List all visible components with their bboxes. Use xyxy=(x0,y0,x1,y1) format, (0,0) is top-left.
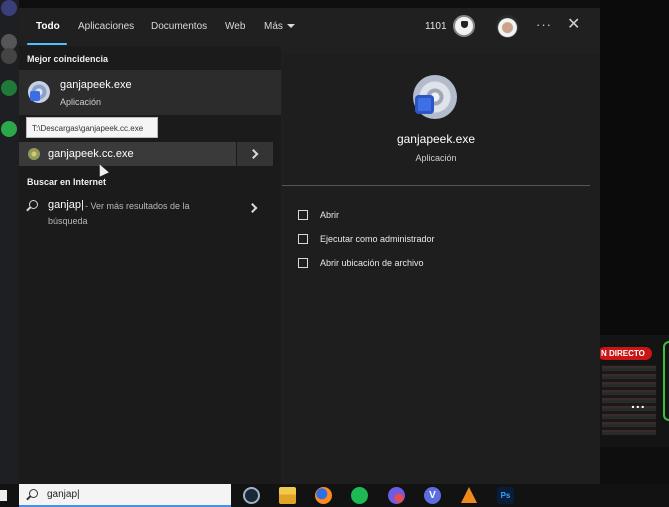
tab-todo[interactable]: Todo xyxy=(36,21,60,32)
disc-app-icon xyxy=(28,81,50,103)
run-as-admin-icon xyxy=(298,234,308,244)
file-explorer-icon[interactable] xyxy=(279,487,296,504)
stream-border xyxy=(663,341,669,421)
taskbar-search-input[interactable]: ganjap| xyxy=(19,484,231,507)
run-as-admin-label: Ejecutar como administrador xyxy=(320,234,435,244)
web-hint: - Ver más resultados de la xyxy=(85,201,190,211)
more-options-icon[interactable]: ... xyxy=(631,395,646,411)
preview-pane: ganjapeek.exe Aplicación Abrir Ejecutar … xyxy=(282,54,600,484)
preview-app-name: ganjapeek.exe xyxy=(396,132,476,146)
app-icon[interactable] xyxy=(1,48,17,64)
app-icon[interactable] xyxy=(1,121,17,137)
web-hint-continued: búsqueda xyxy=(48,216,88,226)
rewards-points[interactable]: 1101 xyxy=(425,21,447,32)
app-icon xyxy=(28,148,40,160)
open-action-label: Abrir xyxy=(320,210,340,220)
background-window xyxy=(600,0,669,335)
search-panel: Todo Aplicaciones Documentos Web Más 110… xyxy=(19,8,600,484)
add-icon[interactable] xyxy=(1,80,17,96)
best-match-item[interactable]: ganjapeek.exe Aplicación xyxy=(19,70,281,115)
best-match-subtitle: Aplicación xyxy=(60,97,102,107)
app-icon[interactable] xyxy=(1,0,17,16)
vlc-icon[interactable] xyxy=(461,487,477,503)
open-file-location-label: Abrir ubicación de archivo xyxy=(320,258,424,268)
divider xyxy=(282,185,590,186)
tab-aplicaciones[interactable]: Aplicaciones xyxy=(78,21,134,32)
windows-start-icon[interactable] xyxy=(0,490,7,501)
tab-mas[interactable]: Más xyxy=(264,21,295,32)
stream-preview[interactable]: N DIRECTO ... xyxy=(598,335,669,447)
chevron-right-icon[interactable] xyxy=(247,203,258,213)
desktop-left-strip xyxy=(0,0,19,484)
result-label: ganjapeek.cc.exe xyxy=(48,148,134,160)
best-match-title: ganjapeek.exe xyxy=(60,79,132,91)
filter-tabs: Todo Aplicaciones Documentos Web Más 110… xyxy=(19,8,600,46)
open-icon xyxy=(298,210,308,220)
web-search-item[interactable]: ganjap| - Ver más resultados de la búsqu… xyxy=(19,196,281,236)
spotify-icon[interactable] xyxy=(351,487,368,504)
trophy-icon[interactable] xyxy=(453,15,475,37)
result-item[interactable]: ganjapeek.cc.exe xyxy=(19,142,236,166)
search-icon xyxy=(29,200,38,209)
taskbar: ganjap| V Ps xyxy=(0,484,669,507)
more-options-icon[interactable]: ··· xyxy=(536,17,552,32)
best-match-heading: Mejor coincidencia xyxy=(27,54,109,64)
tab-documentos[interactable]: Documentos xyxy=(151,21,207,32)
result-expand-button[interactable] xyxy=(237,142,273,166)
folder-location-icon xyxy=(298,258,308,268)
avatar[interactable] xyxy=(496,15,519,38)
web-search-heading: Buscar en Internet xyxy=(27,177,107,187)
discord-icon[interactable] xyxy=(388,487,405,504)
preview-app-type: Aplicación xyxy=(415,153,457,163)
chevron-down-icon xyxy=(286,24,295,29)
search-query: ganjap| xyxy=(47,489,80,500)
active-tab-indicator xyxy=(27,43,67,45)
vpn-icon[interactable]: V xyxy=(424,487,441,504)
tab-web[interactable]: Web xyxy=(225,21,245,32)
results-list: Mejor coincidencia ganjapeek.exe Aplicac… xyxy=(19,46,281,484)
chevron-right-icon xyxy=(248,149,259,159)
tab-mas-label: Más xyxy=(264,21,283,32)
close-icon[interactable]: ✕ xyxy=(567,16,580,34)
steam-icon[interactable] xyxy=(243,487,260,504)
photoshop-icon[interactable]: Ps xyxy=(497,487,514,504)
path-tooltip: T:\Descargas\ganjapeek.cc.exe xyxy=(26,117,158,138)
live-badge: N DIRECTO xyxy=(598,347,652,360)
firefox-icon[interactable] xyxy=(315,487,332,504)
search-icon xyxy=(29,489,38,498)
disc-app-icon xyxy=(413,75,457,119)
stream-thumbnail xyxy=(602,365,656,435)
web-query: ganjap| xyxy=(48,199,84,211)
background-area xyxy=(598,447,669,484)
